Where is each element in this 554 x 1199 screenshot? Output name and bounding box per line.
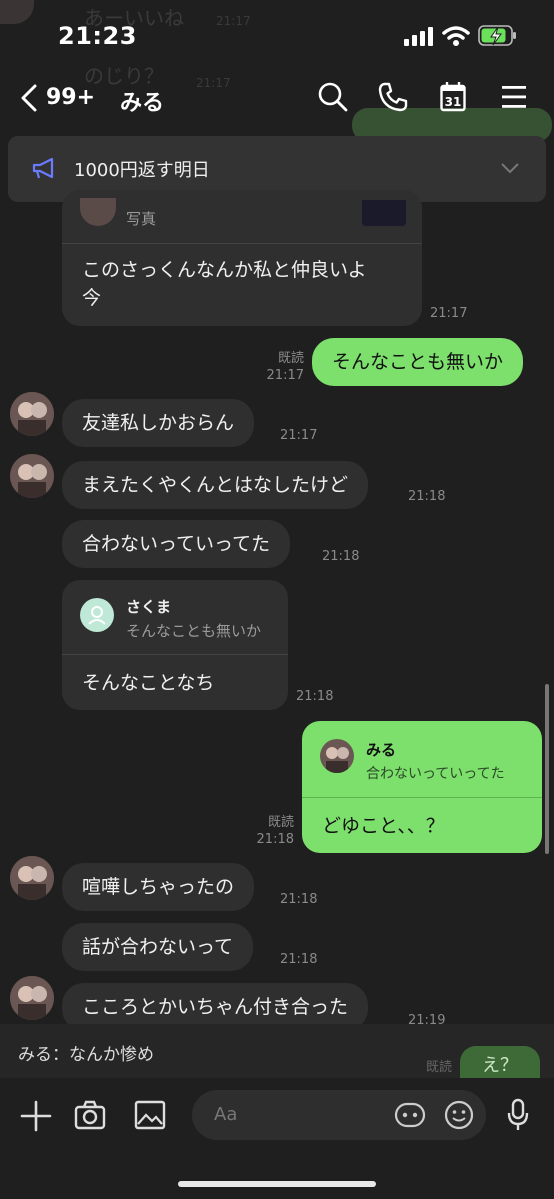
timestamp: 21:18 [280,952,318,967]
divider [62,654,288,655]
reply-thumbnail [362,200,406,226]
read-receipt: 既読 21:17 [266,351,304,383]
message-reply-photo[interactable]: 写真 このさっくんなんか私と仲良いよ 今 [62,190,422,326]
input-bar: Aa [0,1078,554,1199]
avatar[interactable] [10,392,54,436]
reply-avatar [320,739,354,773]
timestamp: 21:18 [408,489,446,504]
microphone-icon[interactable] [506,1098,530,1132]
input-placeholder: Aa [214,1104,238,1125]
back-chevron-icon[interactable] [20,84,38,112]
message-text: そんなことなち [82,672,215,694]
reply-name: みる [366,741,397,759]
ghost-time-2: 21:17 [196,76,231,90]
search-icon[interactable] [318,82,348,112]
timestamp: 21:18 [322,549,360,564]
chat-title[interactable]: みる [120,85,164,117]
unread-count[interactable]: 99+ [46,85,95,110]
phone-icon[interactable] [378,82,408,112]
read-receipt: 既読 21:18 [256,815,294,847]
calendar-day: 31 [444,95,462,109]
incoming-message[interactable]: 合わないっていってた [62,520,291,568]
image-icon[interactable] [134,1100,166,1130]
message-reply-quote[interactable]: さくま そんなことも無いか そんなことなち [62,580,288,710]
reply-text: 合わないっていってた [366,766,505,782]
avatar[interactable] [10,454,54,498]
message-input[interactable]: Aa [192,1090,486,1140]
message-text: どゆこと、、？ [322,815,445,837]
default-avatar-icon [80,598,114,632]
preview-text: みる：なんか惨め [18,1045,154,1065]
plus-icon[interactable] [20,1100,52,1132]
camera-icon[interactable] [74,1100,106,1130]
reply-text: そんなことも無いか [126,622,262,640]
reply-name: さくま [126,598,172,616]
reply-avatar [80,198,116,226]
ghost-avatar [0,0,34,24]
battery-charging-icon [478,24,518,48]
reply-subtitle: 写真 [126,210,157,228]
outgoing-message[interactable]: そんなことも無いか [312,338,524,386]
preview-bubble: え？ [460,1046,540,1078]
timestamp: 21:17 [430,306,468,321]
message-text: このさっくんなんか私と仲良いよ 今 [82,259,367,309]
menu-icon[interactable] [502,86,526,108]
cellular-signal-icon [404,27,434,47]
home-indicator [178,1181,376,1187]
incoming-message[interactable]: 喧嘩しちゃったの [62,863,255,911]
timestamp: 21:18 [296,689,334,704]
outgoing-reply-message[interactable]: みる 合わないっていってた どゆこと、、？ [302,721,542,853]
announcement-text: 1000円返す明日 [74,160,210,181]
wifi-icon [442,25,470,47]
emoji-icon[interactable] [444,1100,474,1130]
incoming-message[interactable]: 友達私しかおらん [62,399,255,447]
incoming-message[interactable]: 話が合わないって [62,923,254,971]
timestamp: 21:17 [280,428,318,443]
timestamp: 21:18 [280,892,318,907]
chevron-down-icon[interactable] [500,162,520,174]
latest-message-preview[interactable]: みる：なんか惨め 既読 え？ [0,1024,554,1078]
status-time: 21:23 [58,22,137,50]
avatar[interactable] [10,976,54,1020]
divider [302,797,542,798]
ghost-time-1: 21:17 [216,14,251,28]
sticker-icon[interactable] [394,1101,426,1129]
avatar[interactable] [10,856,54,900]
scrollbar[interactable] [545,684,549,854]
megaphone-icon [32,158,58,180]
preview-read: 既読 [426,1060,453,1075]
divider [62,243,422,244]
incoming-message[interactable]: まえたくやくんとはなしたけど [62,461,369,509]
